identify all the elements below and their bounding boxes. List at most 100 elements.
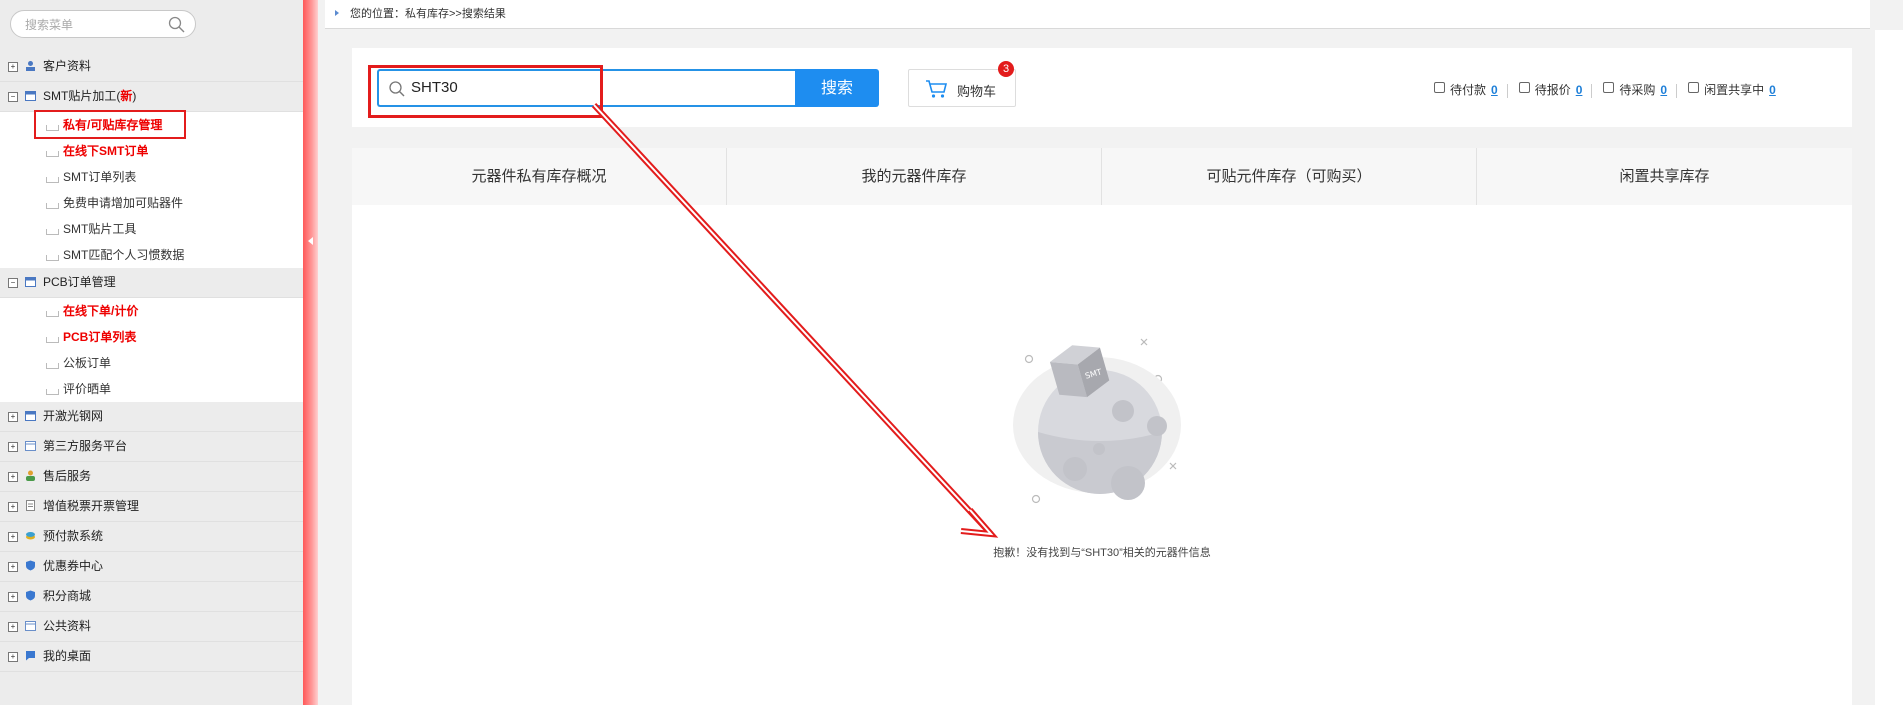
- sidebar-submenu-pcb: 在线下单/计价 PCB订单列表 公板订单 评价晒单: [0, 298, 303, 402]
- breadcrumb: 您的位置：私有库存>>搜索结果: [325, 0, 1870, 29]
- expand-icon[interactable]: +: [8, 412, 18, 422]
- sidebar-item-public-board[interactable]: 公板订单: [0, 350, 303, 376]
- sidebar-group-label: 公共资料: [43, 619, 92, 633]
- sidebar-item-label: SMT订单列表: [63, 170, 137, 184]
- paren-close: ): [132, 89, 137, 103]
- expand-icon[interactable]: +: [8, 502, 18, 512]
- expand-icon[interactable]: +: [8, 442, 18, 452]
- sidebar-item-label: PCB订单列表: [63, 330, 137, 344]
- sidebar-group-label: 预付款系统: [43, 529, 104, 543]
- window-icon: [25, 441, 36, 451]
- sidebar-group-smt[interactable]: − SMT贴片加工(新): [0, 82, 303, 112]
- sidebar-group-pcb[interactable]: − PCB订单管理: [0, 268, 303, 298]
- tab-idle-shared-stock[interactable]: 闲置共享库存: [1477, 148, 1852, 205]
- highlight-box-search: [368, 65, 603, 118]
- tab-stock-overview[interactable]: 元器件私有库存概况: [352, 148, 727, 205]
- menu-search-box[interactable]: [10, 10, 196, 38]
- sidebar-group-prepay[interactable]: + 预付款系统: [0, 522, 303, 552]
- collapse-arrow-icon[interactable]: [308, 237, 313, 245]
- sidebar-item-label: SMT匹配个人习惯数据: [63, 248, 185, 262]
- document-icon: [26, 500, 35, 511]
- stat-count[interactable]: 0: [1576, 83, 1583, 97]
- tab-my-stock[interactable]: 我的元器件库存: [727, 148, 1102, 205]
- stat-idle-sharing[interactable]: 闲置共享中 0: [1686, 81, 1776, 98]
- sidebar-group-label: 开激光钢网: [43, 409, 104, 423]
- tree-line-icon: [46, 177, 59, 183]
- sidebar-item-place-smt-order[interactable]: 在线下SMT订单: [0, 138, 303, 164]
- sidebar-item-label: 在线下单/计价: [63, 304, 139, 318]
- expand-icon[interactable]: +: [8, 532, 18, 542]
- tree-line-icon: [46, 337, 59, 343]
- stat-label: 待报价: [1534, 83, 1571, 97]
- sidebar-group-customer[interactable]: + 客户资料: [0, 52, 303, 82]
- right-gutter: [1875, 30, 1903, 705]
- cart-label: 购物车: [957, 84, 997, 99]
- sidebar-item-label: 免费申请增加可贴器件: [63, 196, 184, 210]
- search-icon[interactable]: [168, 16, 185, 33]
- sidebar: + 客户资料 − SMT贴片加工(新) 私有/可贴库存管理 在线下SMT订单 S…: [0, 0, 304, 705]
- stat-count[interactable]: 0: [1660, 83, 1667, 97]
- search-button[interactable]: 搜索: [795, 69, 879, 107]
- sidebar-item-label: SMT贴片工具: [63, 222, 137, 236]
- stock-tabs: 元器件私有库存概况 我的元器件库存 可贴元件库存（可购买） 闲置共享库存: [352, 148, 1852, 206]
- sidebar-collapse-handle[interactable]: [303, 0, 318, 705]
- expand-icon[interactable]: +: [8, 622, 18, 632]
- collapse-icon[interactable]: −: [8, 278, 18, 288]
- expand-icon[interactable]: +: [8, 562, 18, 572]
- cart-icon: [926, 80, 948, 98]
- chat-icon: [26, 651, 35, 661]
- sidebar-group-label: 积分商城: [43, 589, 92, 603]
- sidebar-group-label: 客户资料: [43, 59, 92, 73]
- sidebar-group-public-data[interactable]: + 公共资料: [0, 612, 303, 642]
- stat-count[interactable]: 0: [1491, 83, 1498, 97]
- sidebar-item-online-order[interactable]: 在线下单/计价: [0, 298, 303, 324]
- expand-icon[interactable]: +: [8, 472, 18, 482]
- sidebar-group-label: 优惠券中心: [43, 559, 104, 573]
- quote-icon: [1518, 82, 1530, 93]
- tree-line-icon: [46, 229, 59, 235]
- expand-icon[interactable]: +: [8, 652, 18, 662]
- calendar-icon: [25, 411, 36, 421]
- tree-line-icon: [46, 255, 59, 261]
- expand-icon[interactable]: +: [8, 592, 18, 602]
- stat-pending-purchase[interactable]: 待采购 0: [1601, 81, 1667, 98]
- sidebar-group-label: 售后服务: [43, 469, 92, 483]
- sidebar-group-points-mall[interactable]: + 积分商城: [0, 582, 303, 612]
- sidebar-group-label: PCB订单管理: [43, 275, 116, 289]
- sidebar-group-after-sales[interactable]: + 售后服务: [0, 462, 303, 492]
- sidebar-item-pcb-order-list[interactable]: PCB订单列表: [0, 324, 303, 350]
- wallet-icon: [1434, 82, 1445, 93]
- collapse-icon[interactable]: −: [8, 92, 18, 102]
- sidebar-item-reviews[interactable]: 评价晒单: [0, 376, 303, 402]
- sidebar-item-smt-order-list[interactable]: SMT订单列表: [0, 164, 303, 190]
- sidebar-group-stencil[interactable]: + 开激光钢网: [0, 402, 303, 432]
- sidebar-item-smt-tools[interactable]: SMT贴片工具: [0, 216, 303, 242]
- share-icon: [1688, 82, 1700, 93]
- calendar-icon: [25, 91, 36, 101]
- tab-mountable-stock[interactable]: 可贴元件库存（可购买）: [1102, 148, 1477, 205]
- stat-count[interactable]: 0: [1769, 83, 1776, 97]
- empty-message: 抱歉！没有找到与“SHT30”相关的元器件信息: [993, 547, 1211, 559]
- expand-icon[interactable]: +: [8, 62, 18, 72]
- sidebar-group-coupon[interactable]: + 优惠券中心: [0, 552, 303, 582]
- tree-line-icon: [46, 203, 59, 209]
- sidebar-group-label: SMT贴片加工(: [43, 89, 121, 103]
- divider: [1676, 83, 1678, 98]
- sidebar-group-invoice[interactable]: + 增值税票开票管理: [0, 492, 303, 522]
- stat-pending-payment[interactable]: 待付款 0: [1432, 81, 1498, 98]
- tree-line-icon: [46, 363, 59, 369]
- empty-state-illustration: SMT: [1013, 338, 1181, 504]
- sidebar-group-desktop[interactable]: + 我的桌面: [0, 642, 303, 672]
- cart-count-badge: 3: [998, 61, 1014, 77]
- tree-line-icon: [46, 151, 59, 157]
- divider: [1506, 83, 1508, 98]
- stat-pending-quote[interactable]: 待报价 0: [1517, 81, 1583, 98]
- menu-search-input[interactable]: [23, 16, 157, 34]
- sidebar-item-label: 评价晒单: [63, 382, 112, 396]
- sidebar-item-request-parts[interactable]: 免费申请增加可贴器件: [0, 190, 303, 216]
- sidebar-item-smt-habits[interactable]: SMT匹配个人习惯数据: [0, 242, 303, 268]
- sidebar-group-third-party[interactable]: + 第三方服务平台: [0, 432, 303, 462]
- sidebar-group-label: 我的桌面: [43, 649, 92, 663]
- divider: [1591, 83, 1593, 98]
- window-icon: [25, 621, 36, 631]
